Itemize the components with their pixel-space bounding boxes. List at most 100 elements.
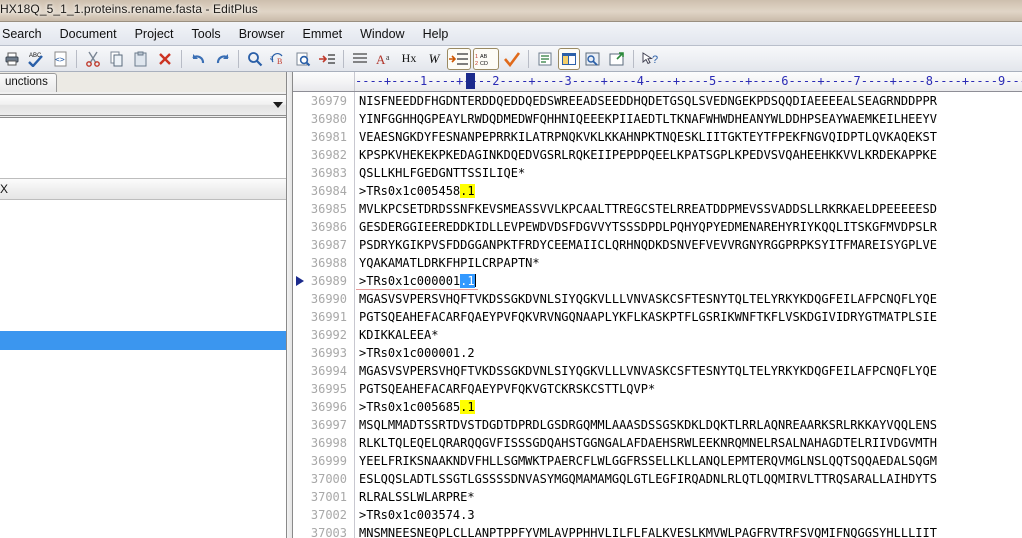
menu-document[interactable]: Document (51, 24, 126, 44)
print-icon[interactable] (1, 48, 23, 70)
document-selector-icon[interactable] (534, 48, 556, 70)
check-icon[interactable] (501, 48, 523, 70)
menu-help[interactable]: Help (414, 24, 458, 44)
window-split-icon[interactable] (558, 47, 580, 70)
line-number: 36983 (310, 166, 347, 180)
current-line-marker-icon (296, 276, 304, 286)
code-line[interactable]: GESDERGGIEEREDDKIDLLEVPEWDVDSFDGVVYTSSSD… (359, 218, 1022, 236)
code-line[interactable]: KDIKKALEEA* (359, 326, 1022, 344)
tab-functions[interactable]: unctions (0, 73, 57, 92)
title-bar: HX18Q_5_1_1.proteins.rename.fasta - Edit… (0, 0, 1022, 22)
editplus-window: HX18Q_5_1_1.proteins.rename.fasta - Edit… (0, 0, 1022, 538)
line-number: 36991 (310, 310, 347, 324)
word-wrap-icon[interactable]: W (423, 48, 445, 70)
code-line[interactable]: VEAESNGKDYFESNANPEPRRKILATRPNQKVKLKKAHNP… (359, 128, 1022, 146)
line-number: 36995 (310, 382, 347, 396)
code-line[interactable]: YEELFRIKSNAAKNDVFHLLSGMWKTPAERCFLWLGGFRS… (359, 452, 1022, 470)
code-line[interactable]: >TRs0x1c005685.1 (359, 398, 1022, 416)
code-line[interactable]: PGTSQEAHEFACARFQAEYPVFQKVRVNGQNAAPLYKFLK… (359, 308, 1022, 326)
code-line[interactable]: KPSPKVHEKEKPKEDAGINKDQEDVGSRLRQKEIIPEPDP… (359, 146, 1022, 164)
code-text: RLKLTQLEQELQRARQQGVFISSSGDQAHSTGGNGALAFD… (359, 436, 937, 450)
html-tag-icon[interactable]: <> (49, 48, 71, 70)
find-in-files-icon[interactable] (292, 48, 314, 70)
menu-window[interactable]: Window (351, 24, 413, 44)
menu-browser[interactable]: Browser (230, 24, 294, 44)
compare-icon[interactable]: 1 AB 2 CD (473, 47, 499, 70)
indent-icon[interactable] (349, 48, 371, 70)
paste-icon[interactable] (130, 48, 152, 70)
ruler-gutter (293, 72, 355, 91)
find-icon[interactable] (244, 48, 266, 70)
svg-text:CD: CD (480, 61, 488, 67)
line-number: 37003 (310, 526, 347, 538)
code-text: YINFGGHHQGPEAYLRWDQDMEDWFQHHNIQEEEKPIIAE… (359, 112, 937, 126)
code-text: MVLKPCSETDRDSSNFKEVSMEASSVVLKPCAALTTREGC… (359, 202, 937, 216)
text-editor[interactable]: ----+----1----+----2----+----3----+----4… (293, 72, 1022, 538)
code-line[interactable]: PGTSQEAHEFACARFQAEYPVFQKVGTCKRSKCSTTLQVP… (359, 380, 1022, 398)
code-line[interactable]: MVLKPCSETDRDSSNFKEVSMEASSVVLKPCAALTTREGC… (359, 200, 1022, 218)
code-line[interactable]: QSLLKHLFGEDGNTTSSILIQE* (359, 164, 1022, 182)
menu-search[interactable]: Search (0, 24, 51, 44)
code-text: YEELFRIKSNAAKNDVFHLLSGMWKTPAERCFLWLGGFRS… (359, 454, 937, 468)
code-line[interactable]: RLKLTQLEQELQRARQQGVFISSSGDQAHSTGGNGALAFD… (359, 434, 1022, 452)
code-line[interactable]: ESLQQSLADTLSSGTLGSSSSDNVASYMGQMAMAMGQLGT… (359, 470, 1022, 488)
line-number: 37002 (310, 508, 347, 522)
code-text: PGTSQEAHEFACARFQAEYPVFQKVRVNGQNAAPLYKFLK… (359, 310, 937, 324)
list-item-x[interactable]: X (0, 178, 291, 200)
browser-icon[interactable] (606, 48, 628, 70)
line-number: 36998 (310, 436, 347, 450)
goto-line-icon[interactable] (316, 48, 338, 70)
code-text: >TRs0x1c005458 (359, 184, 461, 198)
copy-icon[interactable] (106, 48, 128, 70)
svg-text:?: ? (652, 54, 658, 66)
menu-project[interactable]: Project (126, 24, 183, 44)
code-text: >TRs0x1c005685 (359, 400, 461, 414)
panel-splitter[interactable] (286, 72, 293, 538)
line-number: 36981 (310, 130, 347, 144)
menu-emmet[interactable]: Emmet (294, 24, 352, 44)
code-line[interactable]: MGASVSVPERSVHQFTVKDSSGKDVNLSIYQGKVLLLVNV… (359, 362, 1022, 380)
code-line[interactable]: PSDRYKGIKPVSFDDGGANPKTFRDYCEEMAIICLQRHNQ… (359, 236, 1022, 254)
menu-tools[interactable]: Tools (183, 24, 230, 44)
format-icon[interactable] (447, 47, 471, 70)
code-line[interactable]: MGASVSVPERSVHQFTVKDSSGKDVNLSIYQGKVLLLVNV… (359, 290, 1022, 308)
toolbar-separator (76, 49, 77, 68)
line-number: 36985 (310, 202, 347, 216)
preview-icon[interactable] (582, 48, 604, 70)
function-list-panel: unctions X (0, 72, 292, 538)
hex-viewer-icon[interactable]: Hx (397, 48, 421, 70)
code-line[interactable]: >TRs0x1c003574.3 (359, 506, 1022, 524)
code-line[interactable]: MSQLMMADTSSRTDVSTDGDTDPRDLGSDRGQMMLAAASD… (359, 416, 1022, 434)
code-line[interactable]: >TRs0x1c005458.1 (359, 182, 1022, 200)
line-number: 36988 (310, 256, 347, 270)
list-item-selected[interactable] (0, 331, 291, 350)
code-line-current[interactable]: >TRs0x1c000001.1 (359, 272, 1022, 290)
replace-icon[interactable]: a B (268, 48, 290, 70)
toolbar-separator (633, 49, 634, 68)
code-text: ESLQQSLADTLSSGTLGSSSSDNVASYMGQMAMAMGQLGT… (359, 472, 937, 486)
ruler-marks: ----+----1----+----2----+----3----+----4… (355, 74, 1022, 88)
function-list[interactable]: X (0, 117, 291, 538)
current-line-underline (356, 289, 478, 290)
undo-icon[interactable] (187, 48, 209, 70)
code-line[interactable]: RLRALSSLWLARPRE* (359, 488, 1022, 506)
svg-text:1: 1 (475, 54, 478, 60)
svg-text:B: B (277, 57, 282, 66)
help-pointer-icon[interactable]: ? (639, 48, 663, 70)
line-number: 36993 (310, 346, 347, 360)
spellcheck-icon[interactable]: ABC (25, 48, 47, 70)
function-filter-dropdown[interactable] (0, 94, 291, 116)
delete-icon[interactable] (154, 48, 176, 70)
cut-icon[interactable] (82, 48, 104, 70)
redo-icon[interactable] (211, 48, 233, 70)
code-area[interactable]: NISFNEEDDFHGDNTERDDQEDDQEDSWREEADSEEDDHQ… (356, 92, 1022, 538)
search-match-highlight: .1 (460, 184, 475, 198)
code-line[interactable]: >TRs0x1c000001.2 (359, 344, 1022, 362)
font-icon[interactable]: A a (373, 48, 395, 70)
line-number: 36994 (310, 364, 347, 378)
code-text: KPSPKVHEKEKPKEDAGINKDQEDVGSRLRQKEIIPEPDP… (359, 148, 937, 162)
code-line[interactable]: YQAKAMATLDRKFHPILCRPAPTN* (359, 254, 1022, 272)
code-line[interactable]: YINFGGHHQGPEAYLRWDQDMEDWFQHHNIQEEEKPIIAE… (359, 110, 1022, 128)
code-line[interactable]: NISFNEEDDFHGDNTERDDQEDDQEDSWREEADSEEDDHQ… (359, 92, 1022, 110)
code-line[interactable]: MNSMNEESNEQPLCLLANPTPPFYVMLAVPPHHVLILFLF… (359, 524, 1022, 538)
